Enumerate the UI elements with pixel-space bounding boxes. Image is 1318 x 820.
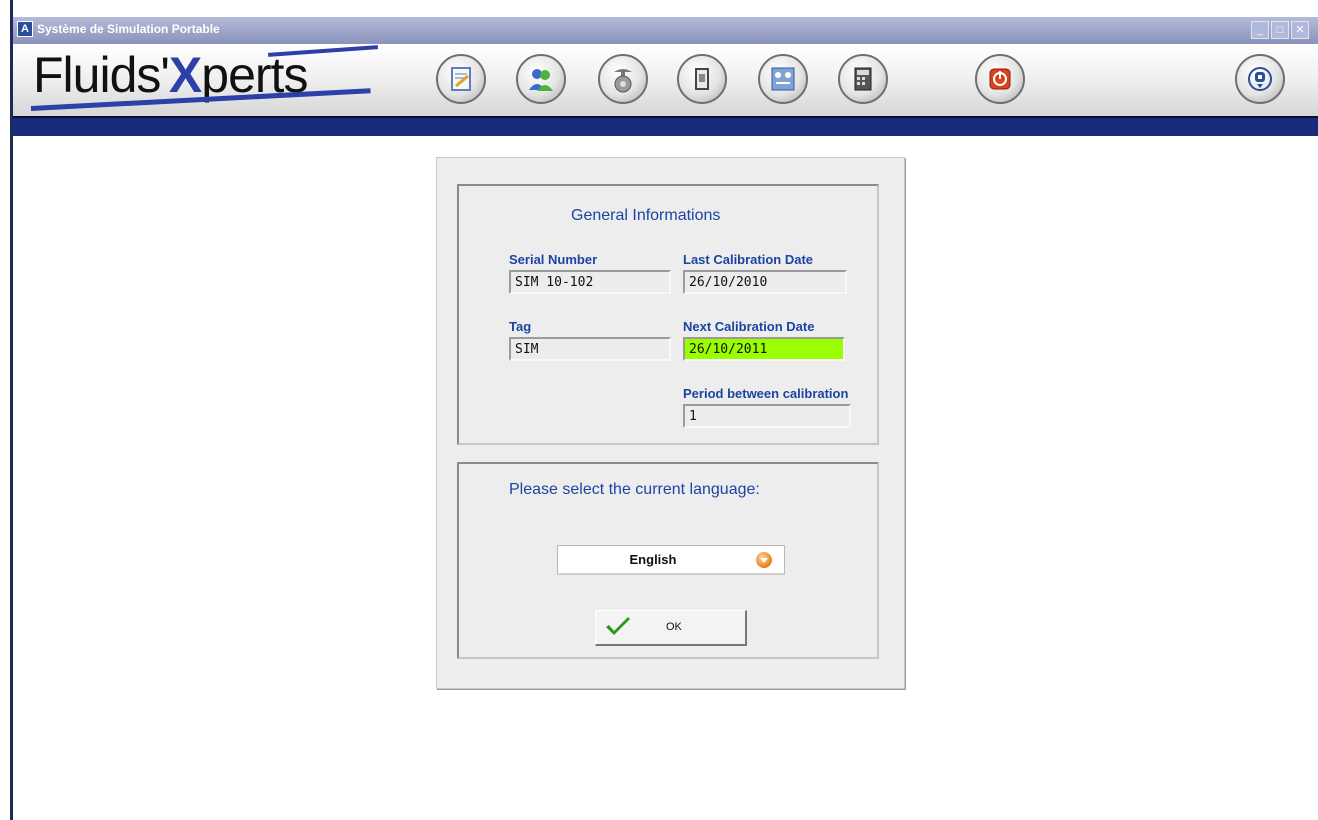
- device-icon: [695, 68, 709, 90]
- next-calibration-label: Next Calibration Date: [683, 319, 815, 334]
- notepad-button[interactable]: [436, 54, 486, 104]
- language-selected-value: English: [629, 552, 677, 567]
- next-calibration-field[interactable]: 26/10/2011: [683, 337, 845, 361]
- users-button[interactable]: [516, 54, 566, 104]
- calculator-icon: [854, 67, 872, 91]
- power-button[interactable]: [975, 54, 1025, 104]
- general-info-title: General Informations: [571, 207, 721, 224]
- last-calibration-label: Last Calibration Date: [683, 252, 814, 267]
- checkmark-icon: [606, 617, 630, 635]
- ok-button-label: OK: [666, 621, 682, 633]
- about-button[interactable]: [1235, 54, 1285, 104]
- network-icon: [771, 67, 795, 91]
- window-title: Système de Simulation Portable: [37, 22, 220, 36]
- window-titlebar[interactable]: A Système de Simulation Portable _ □ ✕: [13, 17, 1318, 44]
- language-prompt: Please select the current language:: [509, 481, 760, 498]
- app-logo-icon: A: [17, 21, 33, 37]
- logo-text-x: X: [168, 47, 202, 103]
- scale-icon: [614, 69, 632, 93]
- power-icon: [989, 68, 1011, 90]
- calculator-button[interactable]: [838, 54, 888, 104]
- notepad-icon: [451, 67, 471, 91]
- users-icon: [529, 69, 553, 91]
- dropdown-arrow-icon[interactable]: [756, 552, 772, 568]
- close-icon[interactable]: ✕: [1291, 21, 1309, 39]
- window-left-border: [0, 0, 13, 820]
- logo-text-1: Fluids': [33, 47, 170, 103]
- tag-label: Tag: [509, 319, 532, 334]
- network-button[interactable]: [758, 54, 808, 104]
- serial-number-field[interactable]: SIM 10-102: [509, 270, 671, 294]
- about-icon: [1248, 67, 1272, 91]
- scale-button[interactable]: [598, 54, 648, 104]
- ok-button[interactable]: OK: [595, 610, 747, 646]
- minimize-icon[interactable]: _: [1251, 21, 1269, 39]
- device-button[interactable]: [677, 54, 727, 104]
- app-header: Fluids'Xperts: [13, 44, 1318, 116]
- last-calibration-field[interactable]: 26/10/2010: [683, 270, 847, 294]
- header-band: [13, 116, 1318, 136]
- settings-dialog: General Informations Serial Number SIM 1…: [436, 157, 905, 689]
- period-field[interactable]: 1: [683, 404, 851, 428]
- language-select[interactable]: English: [557, 545, 785, 575]
- period-label: Period between calibration: [683, 386, 849, 401]
- tag-field[interactable]: SIM: [509, 337, 671, 361]
- serial-number-label: Serial Number: [509, 252, 598, 267]
- language-group: Please select the current language: Engl…: [457, 462, 879, 659]
- maximize-icon[interactable]: □: [1271, 21, 1289, 39]
- general-info-group: General Informations Serial Number SIM 1…: [457, 184, 879, 445]
